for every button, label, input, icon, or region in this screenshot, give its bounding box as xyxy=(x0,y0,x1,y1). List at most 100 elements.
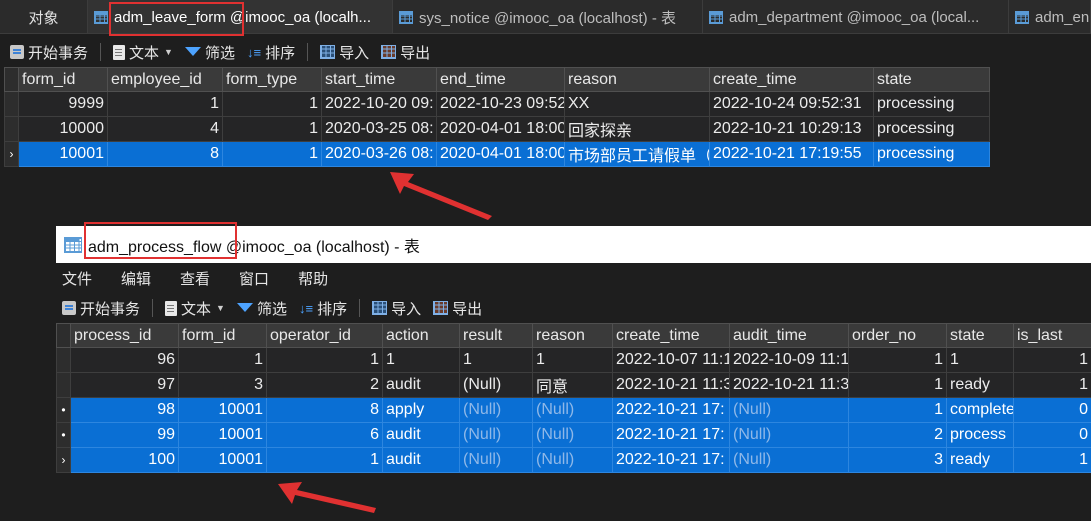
cell-create-time[interactable]: 2022-10-24 09:52:31 xyxy=(709,91,874,117)
cell-form-id[interactable]: 10001 xyxy=(178,397,267,423)
cell-form-id[interactable]: 9999 xyxy=(18,91,108,117)
column-header[interactable]: form_type xyxy=(222,67,322,92)
table-row[interactable]: 10000 4 1 2020-03-25 08: 2020-04-01 18:0… xyxy=(4,116,990,142)
cell-is-last[interactable]: 0 xyxy=(1013,422,1091,448)
cell-action[interactable]: audit xyxy=(382,422,460,448)
tab-adm-employee[interactable]: adm_en xyxy=(1009,0,1091,33)
cell-is-last[interactable]: 0 xyxy=(1013,397,1091,423)
cell-process-id[interactable]: 99 xyxy=(70,422,179,448)
cell-order-no[interactable]: 1 xyxy=(848,372,947,398)
cell-create-time[interactable]: 2022-10-21 17: xyxy=(612,422,730,448)
cell-form-id[interactable]: 10000 xyxy=(18,116,108,142)
column-header[interactable]: state xyxy=(873,67,990,92)
cell-process-id[interactable]: 96 xyxy=(70,347,179,373)
cell-employee-id[interactable]: 4 xyxy=(107,116,223,142)
table-row[interactable]: 97 3 2 audit (Null) 同意 2022-10-21 11:3 2… xyxy=(56,372,1091,398)
cell-form-type[interactable]: 1 xyxy=(222,116,322,142)
table-row-selected[interactable]: • 99 10001 6 audit (Null) (Null) 2022-10… xyxy=(56,422,1091,448)
cell-form-type[interactable]: 1 xyxy=(222,91,322,117)
cell-state[interactable]: process xyxy=(946,422,1014,448)
column-header[interactable]: form_id xyxy=(18,67,108,92)
cell-reason[interactable]: 市场部员工请假单（7 xyxy=(564,141,710,167)
import-button[interactable]: 导入 xyxy=(320,42,369,63)
cell-order-no[interactable]: 2 xyxy=(848,422,947,448)
chevron-down-icon[interactable]: ▼ xyxy=(164,47,173,57)
column-header[interactable]: audit_time xyxy=(729,323,849,348)
cell-process-id[interactable]: 97 xyxy=(70,372,179,398)
cell-state[interactable]: 1 xyxy=(946,347,1014,373)
cell-reason[interactable]: (Null) xyxy=(532,422,613,448)
cell-form-type[interactable]: 1 xyxy=(222,141,322,167)
cell-process-id[interactable]: 98 xyxy=(70,397,179,423)
tab-adm-department[interactable]: adm_department @imooc_oa (local... xyxy=(703,0,1009,33)
cell-reason[interactable]: 1 xyxy=(532,347,613,373)
table-row[interactable]: 9999 1 1 2022-10-20 09: 2022-10-23 09:52… xyxy=(4,91,990,117)
cell-end-time[interactable]: 2020-04-01 18:00 xyxy=(436,116,565,142)
export-button[interactable]: 导出 xyxy=(433,298,482,319)
cell-start-time[interactable]: 2020-03-25 08: xyxy=(321,116,437,142)
cell-is-last[interactable]: 1 xyxy=(1013,372,1091,398)
cell-start-time[interactable]: 2022-10-20 09: xyxy=(321,91,437,117)
table-row-selected[interactable]: › 100 10001 1 audit (Null) (Null) 2022-1… xyxy=(56,447,1091,473)
cell-result[interactable]: (Null) xyxy=(459,422,533,448)
column-header[interactable]: create_time xyxy=(709,67,874,92)
cell-form-id[interactable]: 10001 xyxy=(178,447,267,473)
column-header[interactable]: order_no xyxy=(848,323,947,348)
text-view-button[interactable]: 文本 ▼ xyxy=(113,42,173,63)
cell-state[interactable]: processing xyxy=(873,116,990,142)
tab-objects[interactable]: 对象 xyxy=(0,0,88,33)
sort-button[interactable]: ↓≡ 排序 xyxy=(299,298,347,319)
export-button[interactable]: 导出 xyxy=(381,42,430,63)
cell-employee-id[interactable]: 8 xyxy=(107,141,223,167)
cell-audit-time[interactable]: 2022-10-09 11:1 xyxy=(729,347,849,373)
cell-create-time[interactable]: 2022-10-07 11:1 xyxy=(612,347,730,373)
table-row[interactable]: 96 1 1 1 1 1 2022-10-07 11:1 2022-10-09 … xyxy=(56,347,1091,373)
begin-transaction-button[interactable]: 开始事务 xyxy=(62,298,140,319)
column-header[interactable]: action xyxy=(382,323,460,348)
cell-action[interactable]: audit xyxy=(382,447,460,473)
cell-state[interactable]: processing xyxy=(873,91,990,117)
cell-create-time[interactable]: 2022-10-21 11:3 xyxy=(612,372,730,398)
column-header[interactable]: start_time xyxy=(321,67,437,92)
cell-result[interactable]: 1 xyxy=(459,347,533,373)
column-header[interactable]: end_time xyxy=(436,67,565,92)
cell-state[interactable]: complete xyxy=(946,397,1014,423)
cell-audit-time[interactable]: 2022-10-21 11:3 xyxy=(729,372,849,398)
menu-file[interactable]: 文件 xyxy=(62,268,92,289)
cell-is-last[interactable]: 1 xyxy=(1013,347,1091,373)
cell-reason[interactable]: XX xyxy=(564,91,710,117)
filter-button[interactable]: 筛选 xyxy=(236,298,287,319)
cell-form-id[interactable]: 10001 xyxy=(18,141,108,167)
cell-order-no[interactable]: 3 xyxy=(848,447,947,473)
menu-window[interactable]: 窗口 xyxy=(239,268,269,289)
cell-end-time[interactable]: 2022-10-23 09:52 xyxy=(436,91,565,117)
cell-reason[interactable]: (Null) xyxy=(532,447,613,473)
column-header[interactable]: operator_id xyxy=(266,323,383,348)
cell-state[interactable]: ready xyxy=(946,372,1014,398)
cell-operator-id[interactable]: 1 xyxy=(266,347,383,373)
tab-sys-notice[interactable]: sys_notice @imooc_oa (localhost) - 表 xyxy=(393,0,703,33)
cell-operator-id[interactable]: 1 xyxy=(266,447,383,473)
cell-reason[interactable]: 回家探亲 xyxy=(564,116,710,142)
cell-audit-time[interactable]: (Null) xyxy=(729,447,849,473)
cell-order-no[interactable]: 1 xyxy=(848,397,947,423)
column-header[interactable]: form_id xyxy=(178,323,267,348)
column-header[interactable]: reason xyxy=(564,67,710,92)
cell-result[interactable]: (Null) xyxy=(459,447,533,473)
cell-create-time[interactable]: 2022-10-21 17: xyxy=(612,397,730,423)
cell-form-id[interactable]: 10001 xyxy=(178,422,267,448)
filter-button[interactable]: 筛选 xyxy=(184,42,235,63)
cell-state[interactable]: ready xyxy=(946,447,1014,473)
cell-process-id[interactable]: 100 xyxy=(70,447,179,473)
cell-form-id[interactable]: 3 xyxy=(178,372,267,398)
cell-result[interactable]: (Null) xyxy=(459,397,533,423)
cell-employee-id[interactable]: 1 xyxy=(107,91,223,117)
sort-button[interactable]: ↓≡ 排序 xyxy=(247,42,295,63)
menu-edit[interactable]: 编辑 xyxy=(121,268,151,289)
cell-operator-id[interactable]: 2 xyxy=(266,372,383,398)
cell-result[interactable]: (Null) xyxy=(459,372,533,398)
cell-create-time[interactable]: 2022-10-21 10:29:13 xyxy=(709,116,874,142)
column-header[interactable]: is_last xyxy=(1013,323,1091,348)
column-header[interactable]: employee_id xyxy=(107,67,223,92)
menu-help[interactable]: 帮助 xyxy=(298,268,328,289)
